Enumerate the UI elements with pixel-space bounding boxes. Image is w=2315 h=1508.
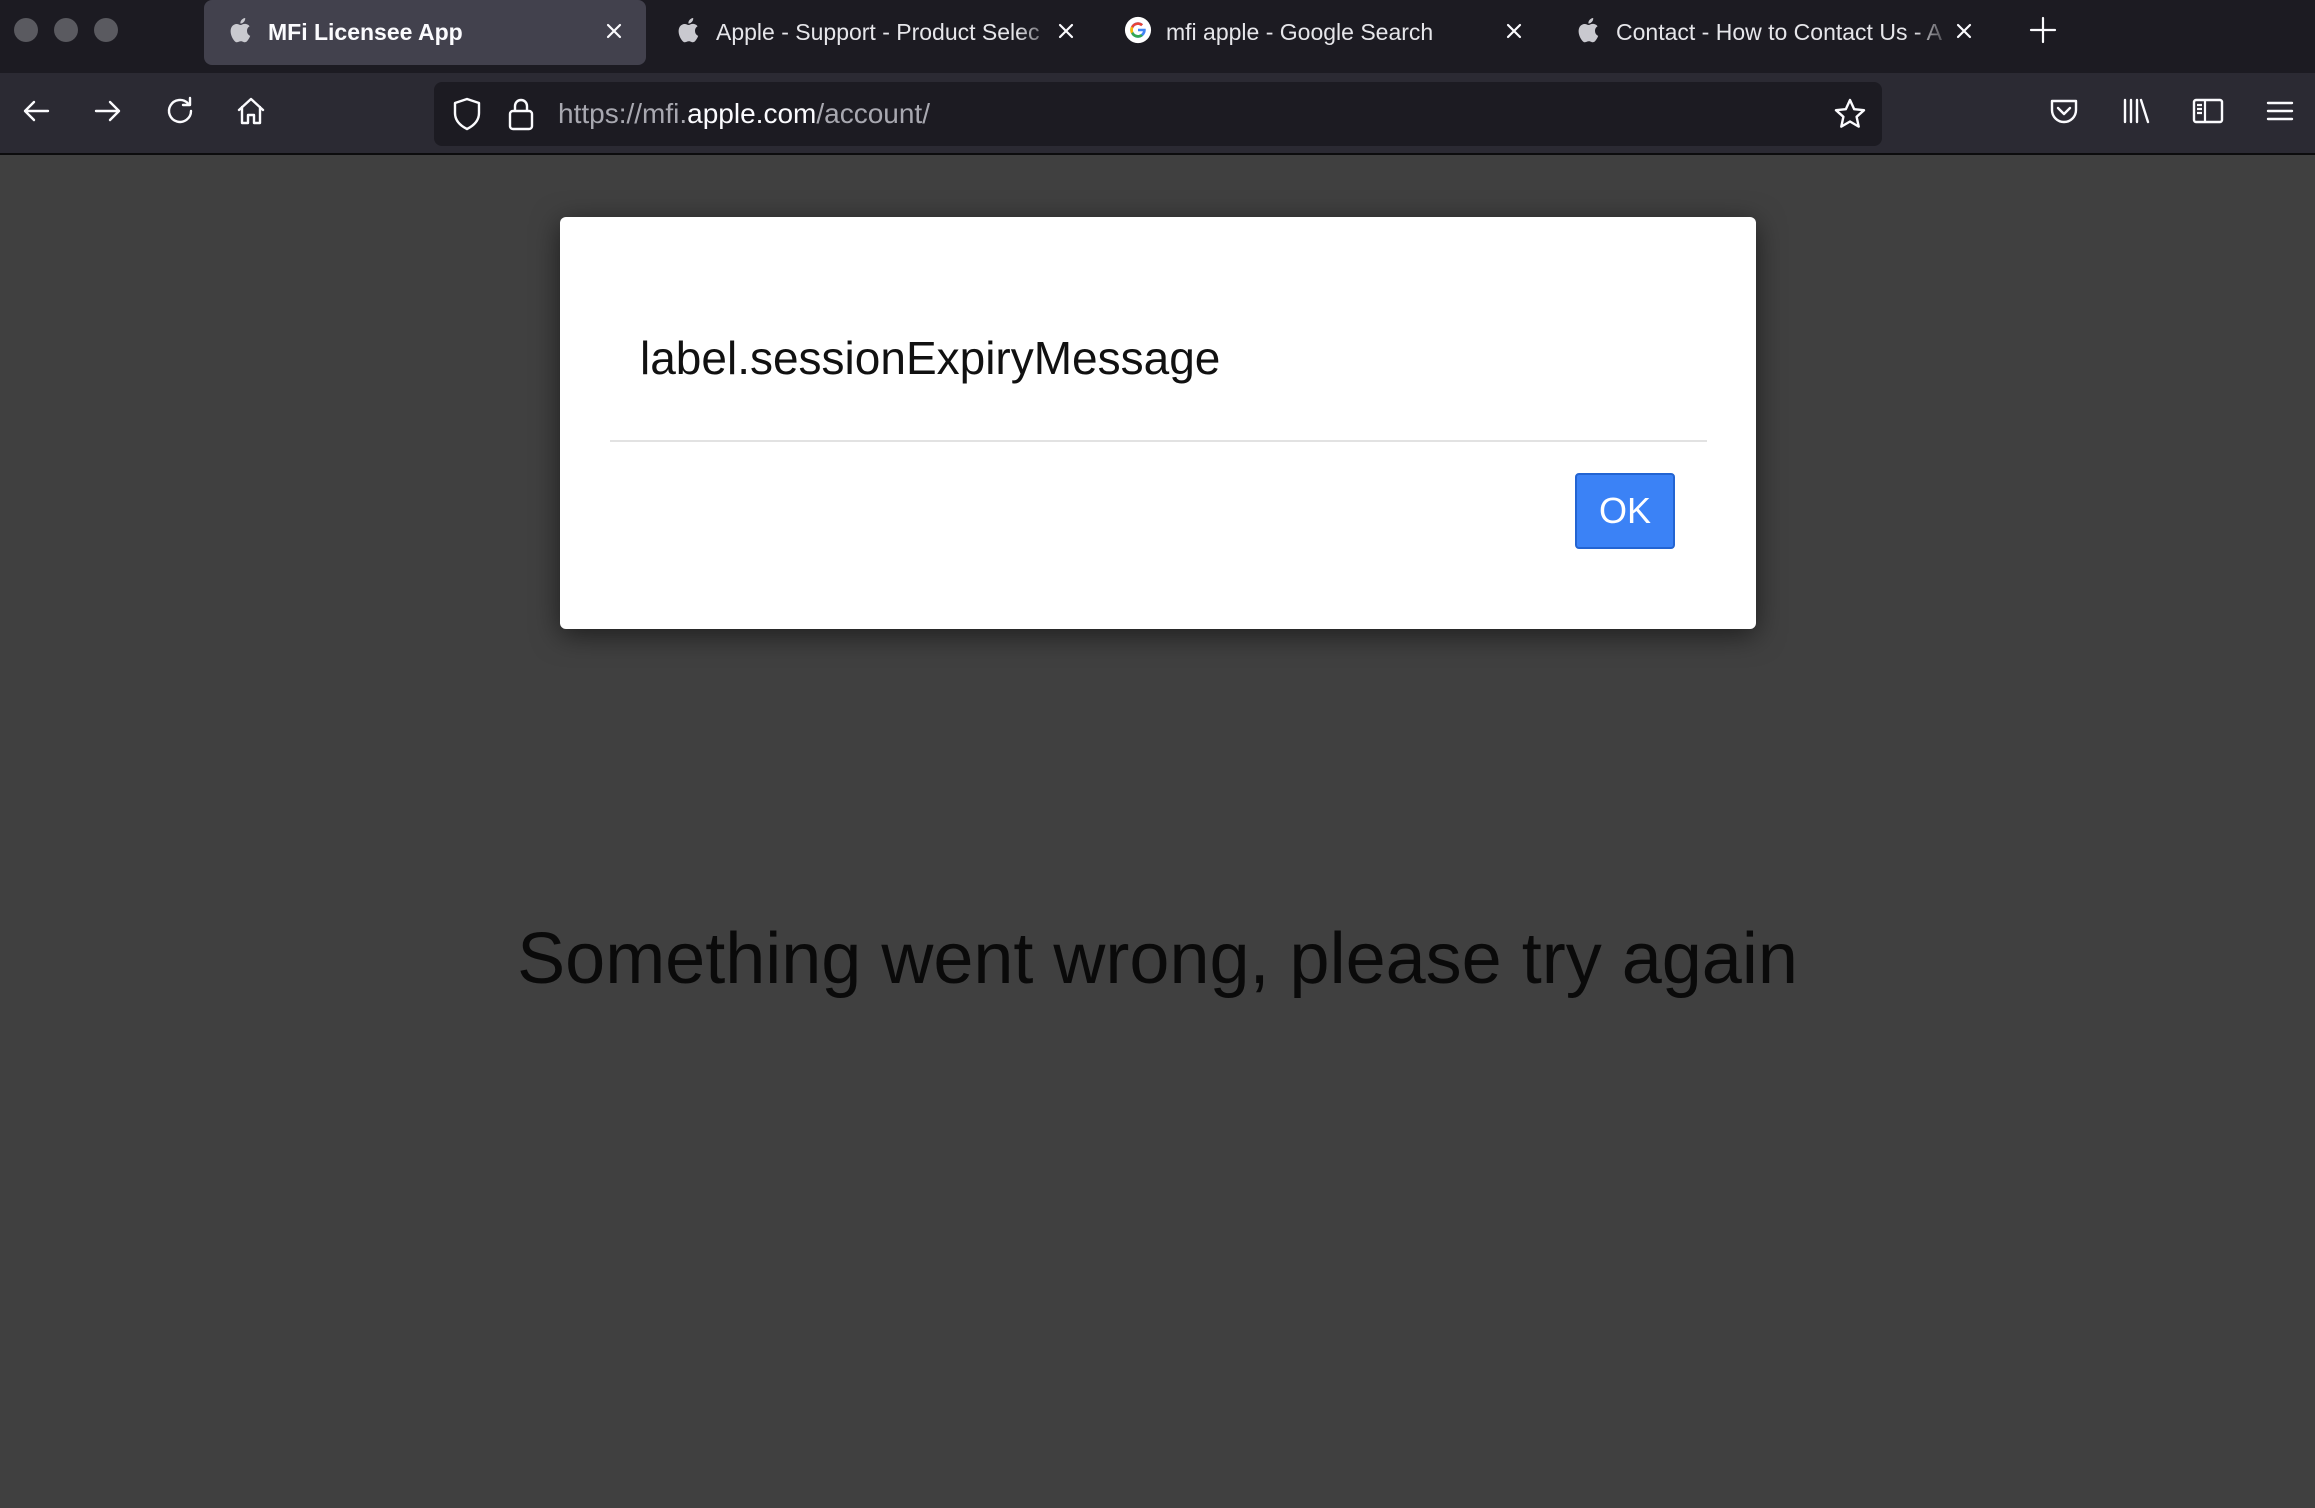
url-prefix: https://mfi. (558, 98, 688, 129)
tab-title: MFi Licensee App (268, 19, 463, 45)
dialog-divider (610, 440, 1707, 442)
tab-google-search[interactable]: mfi apple - Google Search (1102, 0, 1544, 65)
dialog-message: label.sessionExpiryMessage (640, 332, 1221, 384)
window-zoom-button[interactable] (94, 18, 118, 42)
tab-mfi-licensee-app[interactable]: MFi Licensee App (204, 0, 646, 65)
tab-apple-contact[interactable]: Contact - How to Contact Us - A (1552, 0, 1994, 65)
tab-title: Apple - Support - Product Selec (716, 19, 1040, 45)
apple-logo-icon (1574, 15, 1602, 45)
close-tab-icon[interactable] (1950, 17, 1978, 45)
error-message: Something went wrong, please try again (517, 919, 1798, 999)
tracking-protection-shield-icon[interactable] (450, 96, 484, 137)
forward-arrow-icon[interactable] (88, 91, 128, 131)
hamburger-menu-icon[interactable] (2260, 91, 2300, 131)
url-text[interactable]: https://mfi.apple.com/account/ (558, 82, 930, 146)
tab-strip: MFi Licensee App Apple - Support - Produ… (0, 0, 2315, 73)
pocket-icon[interactable] (2044, 91, 2084, 131)
tab-title: Contact - How to Contact Us - A (1616, 19, 1942, 45)
url-path: /account/ (816, 98, 930, 129)
apple-logo-icon (226, 15, 254, 45)
new-tab-icon[interactable] (2027, 14, 2059, 46)
ok-button[interactable]: OK (1575, 473, 1675, 549)
tab-title: mfi apple - Google Search (1166, 19, 1434, 45)
navigation-toolbar: https://mfi.apple.com/account/ (0, 73, 2315, 155)
bookmark-star-icon[interactable] (1832, 96, 1868, 137)
apple-logo-icon (674, 15, 702, 45)
address-bar[interactable]: https://mfi.apple.com/account/ (434, 82, 1882, 146)
tab-apple-support[interactable]: Apple - Support - Product Selec (652, 0, 1094, 65)
library-icon[interactable] (2116, 91, 2156, 131)
home-icon[interactable] (231, 91, 271, 131)
window-minimize-button[interactable] (54, 18, 78, 42)
back-arrow-icon[interactable] (16, 91, 56, 131)
google-logo-icon (1124, 15, 1152, 45)
session-expiry-dialog: label.sessionExpiryMessage OK (560, 217, 1756, 629)
sidebar-toggle-icon[interactable] (2188, 91, 2228, 131)
close-tab-icon[interactable] (1052, 17, 1080, 45)
window-close-button[interactable] (14, 18, 38, 42)
lock-icon[interactable] (506, 96, 536, 137)
close-tab-icon[interactable] (1500, 17, 1528, 45)
close-tab-icon[interactable] (600, 17, 628, 45)
url-host: apple.com (687, 98, 817, 129)
reload-icon[interactable] (160, 91, 200, 131)
